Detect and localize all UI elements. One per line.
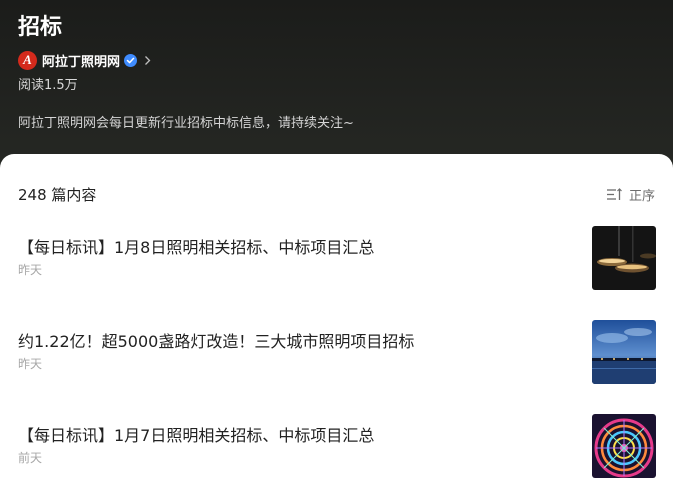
article-item[interactable]: 【每日标讯】1月8日照明相关招标、中标项目汇总 昨天 bbox=[18, 226, 656, 290]
content-count: 248 篇内容 bbox=[18, 185, 97, 204]
chevron-right-icon[interactable] bbox=[144, 54, 154, 66]
account-row[interactable]: A 阿拉丁照明网 bbox=[18, 50, 655, 70]
article-text: 【每日标讯】1月7日照明相关招标、中标项目汇总 前天 bbox=[18, 414, 374, 478]
sort-label: 正序 bbox=[628, 188, 655, 204]
article-title[interactable]: 【每日标讯】1月8日照明相关招标、中标项目汇总 bbox=[18, 237, 374, 259]
article-time: 昨天 bbox=[18, 263, 43, 277]
article-time: 前天 bbox=[18, 451, 43, 465]
sort-button[interactable]: 正序 bbox=[606, 185, 655, 204]
read-count: 阅读1.5万 bbox=[18, 78, 78, 93]
article-thumbnail[interactable] bbox=[592, 226, 656, 290]
topic-header: 招标 A 阿拉丁照明网 阅读1.5万 阿拉丁照明网会每日更新行业招标中标信息，请… bbox=[0, 0, 673, 175]
topic-description: 阿拉丁照明网会每日更新行业招标中标信息，请持续关注~ bbox=[18, 116, 354, 131]
article-title[interactable]: 【每日标讯】1月7日照明相关招标、中标项目汇总 bbox=[18, 425, 374, 447]
article-title[interactable]: 约1.22亿！超5000盏路灯改造！三大城市照明项目招标 bbox=[18, 331, 414, 353]
article-text: 【每日标讯】1月8日照明相关招标、中标项目汇总 昨天 bbox=[18, 226, 374, 290]
verified-icon bbox=[124, 53, 138, 67]
article-item[interactable]: 【每日标讯】1月7日照明相关招标、中标项目汇总 前天 bbox=[18, 414, 656, 478]
article-item[interactable]: 约1.22亿！超5000盏路灯改造！三大城市照明项目招标 昨天 bbox=[18, 320, 656, 384]
article-thumbnail[interactable] bbox=[592, 320, 656, 384]
account-logo[interactable]: A bbox=[18, 50, 37, 70]
article-thumbnail[interactable] bbox=[592, 414, 656, 478]
article-text: 约1.22亿！超5000盏路灯改造！三大城市照明项目招标 昨天 bbox=[18, 320, 414, 384]
page-title: 招标 bbox=[18, 15, 63, 40]
account-name[interactable]: 阿拉丁照明网 bbox=[42, 51, 120, 70]
content-toolbar: 248 篇内容 正序 bbox=[18, 183, 655, 205]
sort-icon bbox=[606, 187, 623, 201]
article-time: 昨天 bbox=[18, 357, 43, 371]
